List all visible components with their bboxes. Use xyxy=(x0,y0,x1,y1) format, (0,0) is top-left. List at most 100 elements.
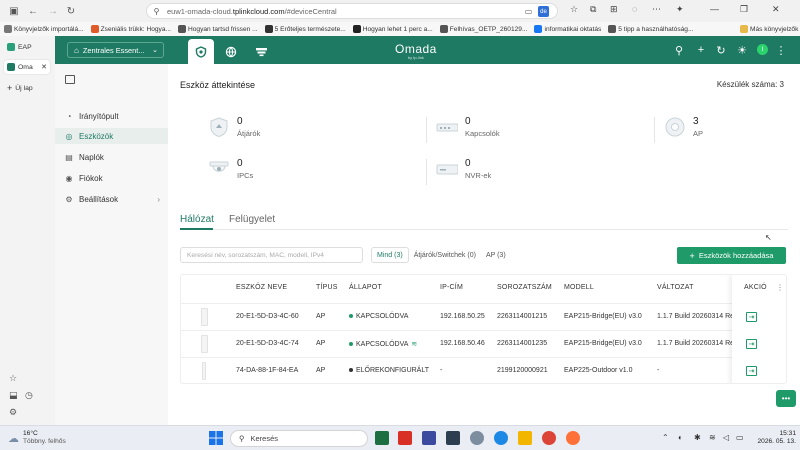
copilot-icon[interactable]: ✦ xyxy=(676,4,684,15)
cell-version: 1.1.7 Build 20260314 Rel xyxy=(657,313,736,320)
column-header-ip[interactable]: IP-CÍM xyxy=(440,284,463,291)
windows-start-icon[interactable] xyxy=(209,431,223,445)
bookmark-item[interactable]: 5 tipp a használhatóság... xyxy=(608,25,693,33)
tab-monitoring[interactable]: Felügyelet xyxy=(229,214,275,225)
weather-widget[interactable]: ☁ 16°C Többny. felhős xyxy=(8,430,66,446)
sidebar-item-settings[interactable]: ⚙ Beállítások › xyxy=(55,191,168,207)
bookmark-item[interactable]: Hogyan lehet 1 perc a... xyxy=(352,25,433,33)
file-explorer-icon[interactable] xyxy=(518,431,532,445)
save-app-icon[interactable] xyxy=(422,431,436,445)
chrome-icon[interactable] xyxy=(542,431,556,445)
router-icon xyxy=(255,47,267,56)
bookmark-item[interactable]: informatikai oktatás xyxy=(534,25,601,33)
add-icon[interactable]: + xyxy=(695,44,707,56)
avatar[interactable]: I xyxy=(757,44,768,55)
theme-icon[interactable]: ☀ xyxy=(736,44,748,57)
tray-chevron-icon[interactable]: ⌃ xyxy=(662,433,669,442)
edge-icon[interactable] xyxy=(494,431,508,445)
clock[interactable]: 15:31 2026. 05. 13. xyxy=(750,430,797,446)
wifi-icon[interactable]: ≋ xyxy=(709,433,716,442)
filter-all[interactable]: Mind (3) xyxy=(371,247,409,263)
tab-network[interactable]: Hálózat xyxy=(180,214,214,225)
sidebar-item-accounts[interactable]: ◉ Fiókok xyxy=(55,170,168,186)
bookmark-item[interactable]: Könyvjelzők importálá... xyxy=(4,25,84,33)
extensions-icon[interactable]: ⊞ xyxy=(610,4,618,15)
address-bar[interactable]: ⚲ euw1-omada-cloud. tplinkcloud.com/#devi… xyxy=(146,3,558,19)
table-row[interactable]: 20-E1-5D-D3-4C-74 AP KAPCSOLÓDVA ≋ 192.16… xyxy=(181,330,786,357)
filter-ap[interactable]: AP (3) xyxy=(481,247,511,263)
bluetooth-icon[interactable]: ✱ xyxy=(694,433,701,442)
open-device-icon[interactable]: ⇥ xyxy=(746,312,757,322)
menu-icon[interactable]: ⋯ xyxy=(652,4,661,15)
bookmark-item[interactable]: Zseniális trükk: Hogya... xyxy=(90,25,171,33)
settings-app-icon[interactable] xyxy=(470,431,484,445)
site-selector[interactable]: ⌂ Zentrales Essent... ⌄ xyxy=(67,42,164,58)
favorites-star-icon[interactable]: ☆ xyxy=(570,4,578,15)
site-info-icon[interactable]: ⚲ xyxy=(151,6,162,17)
add-devices-button[interactable]: + Eszközök hozzáadása xyxy=(677,247,786,264)
column-header-type[interactable]: TÍPUS xyxy=(316,284,338,291)
search-icon[interactable]: ⚲ xyxy=(673,44,685,57)
copilot-tray-icon[interactable]: ◐ xyxy=(678,433,683,442)
browser-settings-icon[interactable]: ⚙ xyxy=(9,407,19,417)
forward-icon[interactable]: → xyxy=(45,3,61,19)
browser-tab-eap[interactable]: EAP xyxy=(4,40,50,54)
bookmark-item[interactable]: 5 Erőteljes természete... xyxy=(264,25,346,33)
stat-ipcs[interactable]: 0 IPCs xyxy=(198,158,318,188)
column-settings-icon[interactable]: ⋮ xyxy=(776,283,784,292)
maximize-icon[interactable]: ❐ xyxy=(740,4,748,15)
tab-global-view[interactable] xyxy=(218,39,244,64)
translate-icon[interactable]: de xyxy=(538,6,549,17)
bookmark-item[interactable]: Hogyan tartsd frissen ... xyxy=(178,25,258,33)
site-icon: ⌂ xyxy=(74,45,79,55)
collapse-sidebar-icon[interactable] xyxy=(65,75,75,84)
minimize-icon[interactable]: — xyxy=(710,4,719,14)
tab-cloud-view[interactable] xyxy=(248,39,274,64)
browser-tab-omada[interactable]: Oma ✕ xyxy=(4,60,50,74)
downloads-icon[interactable]: ⬓ xyxy=(9,390,19,400)
history-icon[interactable]: ◷ xyxy=(25,390,35,400)
tab-devices-view[interactable] xyxy=(188,39,214,64)
more-icon[interactable]: ⋮ xyxy=(775,44,787,57)
column-header-status[interactable]: ÁLLAPOT xyxy=(349,284,382,291)
column-header-version[interactable]: VÁLTOZAT xyxy=(657,284,694,291)
column-header-model[interactable]: MODELL xyxy=(564,284,594,291)
stat-gateways[interactable]: 0 Átjárók xyxy=(198,116,318,146)
stat-nvrs[interactable]: 0 NVR-ek xyxy=(426,158,546,188)
sidebar-toggle-icon[interactable]: ▣ xyxy=(6,3,22,19)
excel-icon[interactable] xyxy=(375,431,389,445)
open-device-icon[interactable]: ⇥ xyxy=(746,339,757,349)
collections-icon[interactable]: ⧉ xyxy=(590,4,596,15)
firefox-icon[interactable] xyxy=(566,431,580,445)
table-row[interactable]: 20-E1-5D-D3-4C-60 AP KAPCSOLÓDVA 192.168… xyxy=(181,303,786,330)
sidebar-item-dashboard[interactable]: ◔ Irányítópult xyxy=(55,108,168,124)
chat-support-button[interactable]: ••• xyxy=(776,390,796,407)
favorites-icon[interactable]: ☆ xyxy=(9,373,19,383)
bookmark-item[interactable]: Felhívas_OETP_260129... xyxy=(439,25,527,33)
new-tab-button[interactable]: + Új lap xyxy=(4,81,50,95)
taskbar-search[interactable]: ⚲ Keresés xyxy=(230,430,368,447)
reader-view-icon[interactable]: ▭ xyxy=(523,6,534,17)
device-search-input[interactable]: Keresési név, sorozatszám, MAC, modell, … xyxy=(180,247,363,263)
close-window-icon[interactable]: ✕ xyxy=(772,4,780,15)
profile-icon[interactable]: ◌ xyxy=(632,4,637,14)
column-header-serial[interactable]: SOROZATSZÁM xyxy=(497,284,552,291)
stat-switches[interactable]: 0 Kapcsolók xyxy=(426,116,546,146)
table-row[interactable]: 74-DA-88-1F-84-EA AP ELŐREKONFIGURÁLT - … xyxy=(181,357,786,383)
filter-gateways-switches[interactable]: Átjárók/Switchek (0) xyxy=(409,247,481,263)
pdf-icon[interactable] xyxy=(398,431,412,445)
sidebar-item-logs[interactable]: ▤ Naplók xyxy=(55,149,168,165)
close-tab-icon[interactable]: ✕ xyxy=(41,63,47,71)
back-icon[interactable]: ← xyxy=(25,3,41,19)
speaker-icon[interactable]: ◁ xyxy=(723,433,729,442)
app-icon[interactable] xyxy=(446,431,460,445)
reload-icon[interactable]: ↻ xyxy=(63,3,79,19)
column-header-name[interactable]: ESZKÖZ NEVE xyxy=(236,284,287,291)
other-bookmarks[interactable]: Más könyvjelzők xyxy=(740,25,798,33)
tab-favicon xyxy=(7,63,15,71)
sidebar-item-devices[interactable]: ◎ Eszközök xyxy=(55,128,168,144)
refresh-icon[interactable]: ↻ xyxy=(715,44,727,57)
battery-icon[interactable]: ▭ xyxy=(736,433,744,442)
open-device-icon[interactable]: ⇥ xyxy=(746,366,757,376)
stat-ap[interactable]: 3 AP xyxy=(654,116,774,146)
